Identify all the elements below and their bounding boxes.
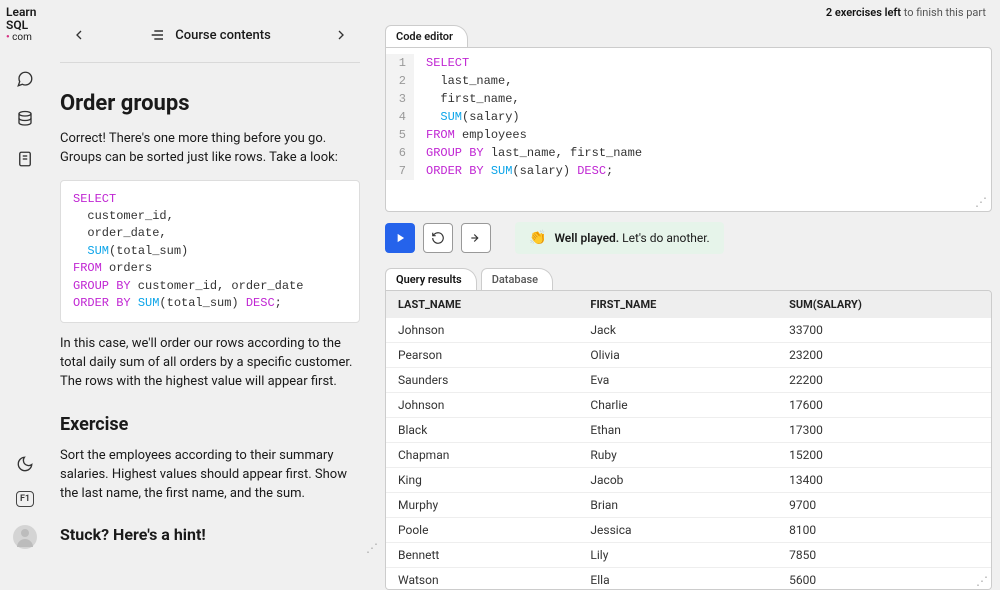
editor-resize-handle[interactable]: ⋰: [975, 195, 987, 209]
next-lesson-button[interactable]: [332, 26, 350, 44]
note-icon[interactable]: [16, 150, 34, 168]
code-lines[interactable]: SELECT last_name, first_name, SUM(salary…: [414, 54, 642, 180]
keyboard-icon[interactable]: F1: [16, 491, 34, 507]
exercise-text: Sort the employees according to their su…: [60, 447, 360, 504]
tab-query-results[interactable]: Query results: [385, 268, 477, 290]
table-row[interactable]: JohnsonJack33700: [386, 318, 991, 343]
share-button[interactable]: [461, 223, 491, 253]
table-row[interactable]: PooleJessica8100: [386, 518, 991, 543]
table-row[interactable]: BlackEthan17300: [386, 418, 991, 443]
table-row[interactable]: PearsonOlivia23200: [386, 343, 991, 368]
lesson-content: Order groups Correct! There's one more t…: [60, 63, 360, 550]
lesson-intro: Correct! There's one more thing before y…: [60, 130, 360, 168]
table-row[interactable]: ChapmanRuby15200: [386, 443, 991, 468]
list-icon: [149, 27, 165, 43]
logo-suffix: com: [12, 32, 32, 43]
editor-tab-label: Code editor: [396, 30, 453, 43]
table-header: LAST_NAME: [386, 291, 578, 318]
exercise-heading: Exercise: [60, 414, 360, 435]
course-contents-button[interactable]: Course contents: [149, 27, 271, 43]
course-contents-label: Course contents: [175, 28, 271, 43]
lesson-pane: Course contents Order groups Correct! Th…: [60, 20, 360, 550]
left-rail-bottom: F1: [0, 455, 50, 549]
lesson-title: Order groups: [60, 91, 360, 116]
table-row[interactable]: MurphyBrian9700: [386, 493, 991, 518]
database-icon[interactable]: [16, 110, 34, 128]
table-row[interactable]: JohnsonCharlie17600: [386, 393, 991, 418]
reset-button[interactable]: [423, 223, 453, 253]
logo-line2: SQL: [6, 18, 28, 32]
line-gutter: 1234567: [386, 54, 414, 180]
table-row[interactable]: WatsonElla5600: [386, 568, 991, 590]
logo[interactable]: Learn SQL • com: [6, 6, 36, 43]
progress-text: 2 exercises left to finish this part: [385, 0, 992, 25]
results-resize-handle[interactable]: ⋰: [976, 574, 988, 588]
table-header: SUM(SALARY): [777, 291, 991, 318]
hint-heading: Stuck? Here's a hint!: [60, 525, 360, 544]
avatar[interactable]: [13, 525, 37, 549]
right-area: 2 exercises left to finish this part Cod…: [385, 0, 1000, 563]
results-panel[interactable]: LAST_NAMEFIRST_NAMESUM(SALARY) JohnsonJa…: [385, 290, 992, 590]
feedback-pill: 👏 Well played. Let's do another.: [515, 222, 724, 254]
logo-line1: Learn: [6, 5, 36, 19]
feedback-strong: Well played.: [554, 231, 619, 245]
tab-database[interactable]: Database: [481, 268, 553, 290]
table-row[interactable]: KingJacob13400: [386, 468, 991, 493]
pane-resize-handle[interactable]: ⋰: [366, 541, 378, 555]
clap-icon: 👏: [529, 230, 546, 246]
code-editor[interactable]: 1234567 SELECT last_name, first_name, SU…: [385, 47, 992, 212]
run-button[interactable]: [385, 223, 415, 253]
course-bar: Course contents: [60, 20, 360, 63]
logo-dot: •: [6, 32, 10, 43]
lesson-explain: In this case, we'll order our rows accor…: [60, 335, 360, 392]
editor-tab[interactable]: Code editor: [385, 25, 468, 47]
table-row[interactable]: BennettLily7850: [386, 543, 991, 568]
editor-toolbar: 👏 Well played. Let's do another.: [385, 222, 992, 254]
chat-icon[interactable]: [16, 70, 34, 88]
table-row[interactable]: SaundersEva22200: [386, 368, 991, 393]
editor-wrap: Code editor 1234567 SELECT last_name, fi…: [385, 25, 992, 212]
table-header: FIRST_NAME: [578, 291, 777, 318]
results-wrap: Query results Database LAST_NAMEFIRST_NA…: [385, 268, 992, 590]
example-sql: SELECT customer_id, order_date, SUM(tota…: [60, 180, 360, 324]
moon-icon[interactable]: [16, 455, 34, 473]
left-rail: [0, 70, 50, 168]
prev-lesson-button[interactable]: [70, 26, 88, 44]
feedback-rest: Let's do another.: [619, 231, 710, 245]
results-table: LAST_NAMEFIRST_NAMESUM(SALARY) JohnsonJa…: [386, 291, 991, 590]
